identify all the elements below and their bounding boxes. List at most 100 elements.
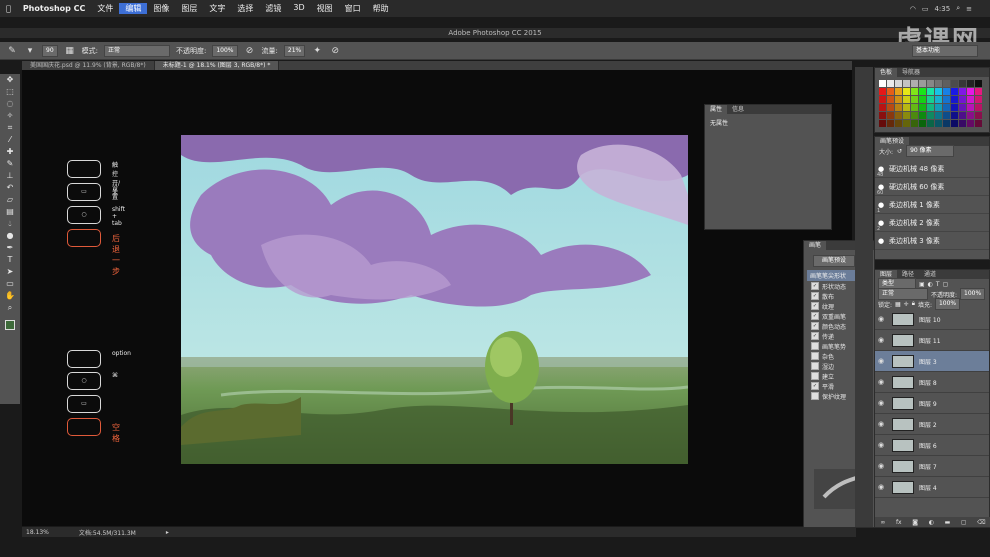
color-swatch[interactable]: [879, 96, 886, 103]
color-swatch[interactable]: [927, 104, 934, 111]
pen-tool-icon[interactable]: ✒: [3, 242, 17, 254]
fx-icon[interactable]: fx: [896, 519, 902, 526]
blur-tool-icon[interactable]: 💧︎: [3, 218, 17, 230]
swatches-tab-0[interactable]: 色板: [875, 68, 898, 77]
brush-preset-item[interactable]: ● 60 硬边机械 60 像素: [875, 178, 989, 196]
color-swatch[interactable]: [895, 104, 902, 111]
doc-size-readout[interactable]: 文档:54.5M/311.3M: [79, 528, 136, 537]
color-swatch[interactable]: [975, 88, 982, 95]
color-swatch[interactable]: [895, 112, 902, 119]
color-swatch[interactable]: [879, 80, 886, 87]
color-swatch[interactable]: [887, 88, 894, 95]
layer-row[interactable]: ◉ 图层 6: [875, 435, 989, 456]
checkbox[interactable]: [811, 342, 819, 350]
color-swatch[interactable]: [895, 88, 902, 95]
lasso-tool-icon[interactable]: ◌: [3, 98, 17, 110]
color-swatch[interactable]: [951, 88, 958, 95]
layer-row[interactable]: ◉ 图层 4: [875, 477, 989, 498]
color-swatch[interactable]: [959, 120, 966, 127]
folder-icon[interactable]: ▬: [945, 519, 951, 526]
eye-icon[interactable]: ◉: [875, 315, 887, 323]
menu-10[interactable]: 帮助: [367, 3, 395, 14]
properties-tab-0[interactable]: 属性: [705, 105, 728, 114]
checkbox[interactable]: ✓: [811, 282, 819, 290]
color-swatch[interactable]: [911, 80, 918, 87]
crop-tool-icon[interactable]: ⌗: [3, 122, 17, 134]
color-swatch[interactable]: [967, 120, 974, 127]
color-swatch[interactable]: [935, 112, 942, 119]
color-swatch[interactable]: [895, 96, 902, 103]
color-swatch[interactable]: [967, 88, 974, 95]
lock-pixels-icon[interactable]: ▦: [895, 301, 901, 308]
flow-input[interactable]: 21%: [283, 44, 306, 57]
brush-size-field[interactable]: 90 像素: [906, 145, 955, 157]
fill-input[interactable]: 100%: [934, 298, 961, 310]
filter-type-icon[interactable]: T: [936, 281, 940, 288]
color-swatch[interactable]: [919, 120, 926, 127]
lock-all-icon[interactable]: 🔒︎: [912, 300, 915, 308]
color-swatch[interactable]: [911, 88, 918, 95]
foreground-color-swatch[interactable]: [5, 320, 15, 330]
chevron-down-icon[interactable]: ▾: [24, 45, 36, 57]
quick-select-tool-icon[interactable]: ✧: [3, 110, 17, 122]
doc-tab-1[interactable]: 未标题-1 @ 18.1% (图层 3, RGB/8*) *: [154, 61, 280, 70]
document-canvas[interactable]: [181, 135, 688, 464]
search-icon[interactable]: ⌕: [956, 4, 960, 13]
eyedropper-tool-icon[interactable]: ⁄: [3, 134, 17, 146]
color-swatch[interactable]: [919, 104, 926, 111]
path-select-tool-icon[interactable]: ➤: [3, 266, 17, 278]
color-swatch[interactable]: [943, 96, 950, 103]
zoom-tool-icon[interactable]: ⌕: [3, 302, 17, 314]
color-swatch[interactable]: [951, 104, 958, 111]
menu-1[interactable]: 编辑: [119, 3, 148, 14]
color-swatch[interactable]: [903, 104, 910, 111]
color-swatch[interactable]: [887, 104, 894, 111]
color-swatch[interactable]: [911, 96, 918, 103]
workspace-select[interactable]: 基本功能: [912, 44, 978, 57]
color-swatch[interactable]: [927, 88, 934, 95]
filter-adjust-icon[interactable]: ◐: [928, 281, 933, 288]
filter-shape-icon[interactable]: ▢: [943, 281, 949, 288]
color-swatch[interactable]: [887, 112, 894, 119]
color-swatch[interactable]: [887, 80, 894, 87]
checkbox[interactable]: [811, 392, 819, 400]
swatches-tab-1[interactable]: 导航器: [897, 68, 925, 77]
brush-preset-item[interactable]: ● 48 硬边机械 48 像素: [875, 160, 989, 178]
color-swatch[interactable]: [975, 120, 982, 127]
color-swatch[interactable]: [951, 120, 958, 127]
color-swatch[interactable]: [967, 112, 974, 119]
color-swatch[interactable]: [943, 112, 950, 119]
color-swatch[interactable]: [903, 120, 910, 127]
eraser-tool-icon[interactable]: ▱: [3, 194, 17, 206]
layer-row[interactable]: ◉ 图层 3: [875, 351, 989, 372]
lock-position-icon[interactable]: ✛: [904, 301, 909, 308]
eye-icon[interactable]: ◉: [875, 336, 887, 344]
color-swatch[interactable]: [903, 80, 910, 87]
color-swatch[interactable]: [927, 96, 934, 103]
checkbox[interactable]: ✓: [811, 322, 819, 330]
stamp-tool-icon[interactable]: ⊥: [3, 170, 17, 182]
eye-icon[interactable]: ◉: [875, 441, 887, 449]
color-swatch[interactable]: [879, 120, 886, 127]
checkbox[interactable]: [811, 352, 819, 360]
trash-icon[interactable]: ⌫: [977, 519, 985, 526]
pressure-opacity-icon[interactable]: ⊘: [244, 45, 256, 57]
color-swatch[interactable]: [879, 104, 886, 111]
color-swatch[interactable]: [967, 104, 974, 111]
checkbox[interactable]: ✓: [811, 302, 819, 310]
layer-row[interactable]: ◉ 图层 7: [875, 456, 989, 477]
menu-3[interactable]: 图层: [175, 3, 203, 14]
color-swatch[interactable]: [967, 96, 974, 103]
color-swatch[interactable]: [935, 96, 942, 103]
apple-icon[interactable]: : [0, 4, 17, 13]
color-swatch[interactable]: [919, 96, 926, 103]
color-swatch[interactable]: [943, 120, 950, 127]
battery-icon[interactable]: ▭: [922, 5, 929, 13]
color-swatch[interactable]: [895, 120, 902, 127]
color-swatch[interactable]: [903, 88, 910, 95]
brush-preset-item[interactable]: ● 1 柔边机械 1 像素: [875, 196, 989, 214]
color-swatch[interactable]: [975, 104, 982, 111]
eye-icon[interactable]: ◉: [875, 462, 887, 470]
color-swatch[interactable]: [951, 112, 958, 119]
eye-icon[interactable]: ◉: [875, 399, 887, 407]
